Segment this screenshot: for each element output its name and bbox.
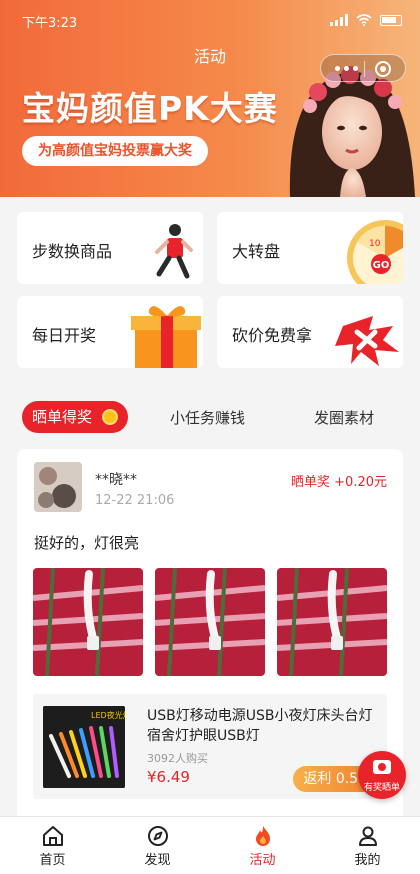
post-time: 12-22 21:06 — [95, 493, 175, 508]
post-text: 挺好的，灯很亮 — [34, 534, 140, 552]
svg-text:GO: GO — [373, 260, 390, 271]
status-bar: 下午3:23 — [22, 12, 402, 32]
signal-icon — [330, 14, 348, 26]
more-icon[interactable] — [335, 66, 358, 71]
username: **晓** — [95, 472, 137, 488]
wifi-icon — [356, 14, 372, 26]
reward-badge: 晒单奖 +0.20元 — [291, 475, 387, 490]
nav-label: 发现 — [144, 853, 171, 868]
tab-small-tasks[interactable]: 小任务赚钱 — [170, 407, 245, 428]
card-label: 步数换商品 — [32, 242, 113, 261]
card-daily-lottery[interactable]: 每日开奖 — [17, 296, 203, 368]
compass-icon — [148, 826, 168, 846]
product-title: USB灯移动电源USB小夜灯床头台灯宿舍灯护眼USB灯 — [147, 708, 373, 744]
battery-icon — [380, 14, 402, 26]
home-icon — [43, 826, 63, 846]
share-order-button[interactable]: 有奖晒单 — [358, 751, 406, 799]
card-label: 每日开奖 — [32, 326, 97, 345]
banner-headline: 宝妈颜值PK大赛 — [22, 89, 278, 128]
flame-icon — [256, 826, 270, 846]
card-label: 砍价免费拿 — [232, 326, 313, 345]
activity-page: 下午3:23 活动 宝妈颜值PK大赛 为高颜值宝妈投票赢大奖 步数换商品 大转盘… — [0, 0, 420, 874]
coin-icon — [102, 409, 118, 425]
capsule-divider — [364, 61, 365, 77]
tab-share-orders[interactable]: 晒单得奖 — [22, 401, 128, 433]
card-bargain-free[interactable]: 砍价免费拿 — [217, 296, 403, 368]
card-label: 大转盘 — [232, 242, 281, 261]
gift-box-icon — [131, 306, 201, 368]
nav-label: 活动 — [249, 853, 276, 868]
mini-program-capsule[interactable] — [320, 54, 406, 82]
avatar[interactable] — [34, 462, 82, 512]
post-photo[interactable] — [277, 568, 387, 676]
product-price: ¥6.49 — [147, 768, 190, 786]
nav-home[interactable]: 首页 — [0, 817, 105, 874]
tab-share-materials[interactable]: 发圈素材 — [314, 407, 374, 428]
nav-label: 我的 — [354, 853, 381, 868]
status-icons — [330, 14, 402, 26]
close-target-icon[interactable] — [375, 61, 391, 77]
banner-vote-button[interactable]: 为高颜值宝妈投票赢大奖 — [22, 136, 208, 166]
nav-label: 首页 — [39, 853, 66, 868]
svg-text:10: 10 — [369, 239, 381, 249]
banner[interactable]: 下午3:23 活动 宝妈颜值PK大赛 为高颜值宝妈投票赢大奖 — [0, 0, 420, 197]
nav-discover[interactable]: 发现 — [105, 817, 210, 874]
camera-icon — [373, 760, 391, 774]
photo-grid — [33, 568, 387, 676]
card-steps-exchange[interactable]: 步数换商品 — [17, 212, 203, 284]
runner-icon — [155, 224, 193, 279]
nav-activity[interactable]: 活动 — [210, 817, 315, 874]
tab-label: 晒单得奖 — [32, 408, 93, 426]
post-photo[interactable] — [155, 568, 265, 676]
share-post-card: **晓** 12-22 21:06 晒单奖 +0.20元 挺好的，灯很亮 LED… — [17, 449, 403, 829]
product-card[interactable]: LED夜光灯 USB灯移动电源USB小夜灯床头台灯宿舍灯护眼USB灯 3092人… — [33, 694, 387, 799]
nav-mine[interactable]: 我的 — [315, 817, 420, 874]
user-icon — [359, 826, 377, 846]
content-tabs: 晒单得奖 小任务赚钱 发圈素材 — [0, 401, 420, 435]
bargain-icon — [335, 316, 399, 366]
wheel-icon: GO 10 — [347, 220, 403, 284]
product-sold-count: 3092人购买 — [147, 752, 208, 765]
product-thumbnail: LED夜光灯 — [43, 706, 125, 788]
card-lucky-wheel[interactable]: 大转盘 GO 10 — [217, 212, 403, 284]
fab-label: 有奖晒单 — [363, 783, 400, 793]
post-photo[interactable] — [33, 568, 143, 676]
bottom-nav: 首页 发现 活动 我的 — [0, 816, 420, 874]
status-time: 下午3:23 — [22, 16, 78, 31]
svg-text:LED夜光灯: LED夜光灯 — [91, 710, 125, 720]
